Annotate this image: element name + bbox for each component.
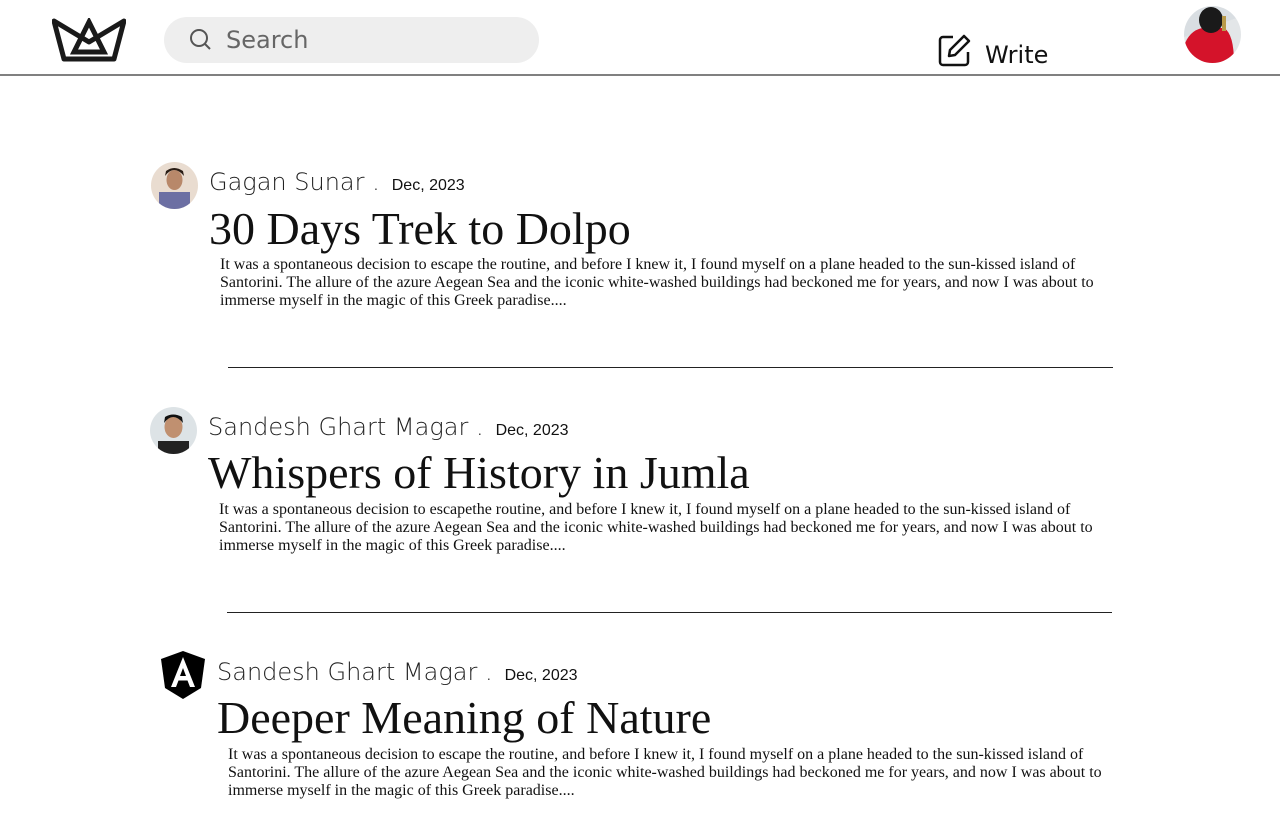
write-button[interactable]: Write — [938, 31, 1048, 69]
author-name[interactable]: Sandesh Ghart Magar . — [208, 413, 484, 441]
edit-icon — [938, 34, 971, 66]
author-avatar[interactable] — [151, 162, 198, 209]
crown-logo-icon[interactable] — [51, 16, 127, 67]
author-name[interactable]: Gagan Sunar . — [209, 168, 380, 196]
profile-avatar[interactable] — [1184, 6, 1241, 63]
post-excerpt: It was a spontaneous decision to escapet… — [219, 501, 1093, 554]
post-title[interactable]: 30 Days Trek to Dolpo — [209, 202, 631, 255]
post-date: Dec, 2023 — [495, 422, 569, 439]
search-input[interactable] — [226, 26, 516, 54]
write-label: Write — [985, 41, 1049, 69]
post-title[interactable]: Whispers of History in Jumla — [208, 446, 750, 499]
search-bar[interactable] — [164, 17, 539, 63]
author-name[interactable]: Sandesh Ghart Magar . — [217, 658, 493, 686]
divider — [228, 367, 1113, 368]
top-navbar: Write — [0, 0, 1280, 76]
post-excerpt: It was a spontaneous decision to escape … — [228, 746, 1102, 799]
angular-logo-icon[interactable] — [160, 651, 206, 704]
divider — [227, 612, 1112, 613]
post-date: Dec, 2023 — [391, 177, 465, 194]
search-icon — [190, 29, 211, 50]
post-date: Dec, 2023 — [504, 667, 578, 684]
post-title[interactable]: Deeper Meaning of Nature — [217, 691, 711, 744]
author-avatar[interactable] — [150, 407, 197, 454]
post-excerpt: It was a spontaneous decision to escape … — [220, 256, 1094, 309]
